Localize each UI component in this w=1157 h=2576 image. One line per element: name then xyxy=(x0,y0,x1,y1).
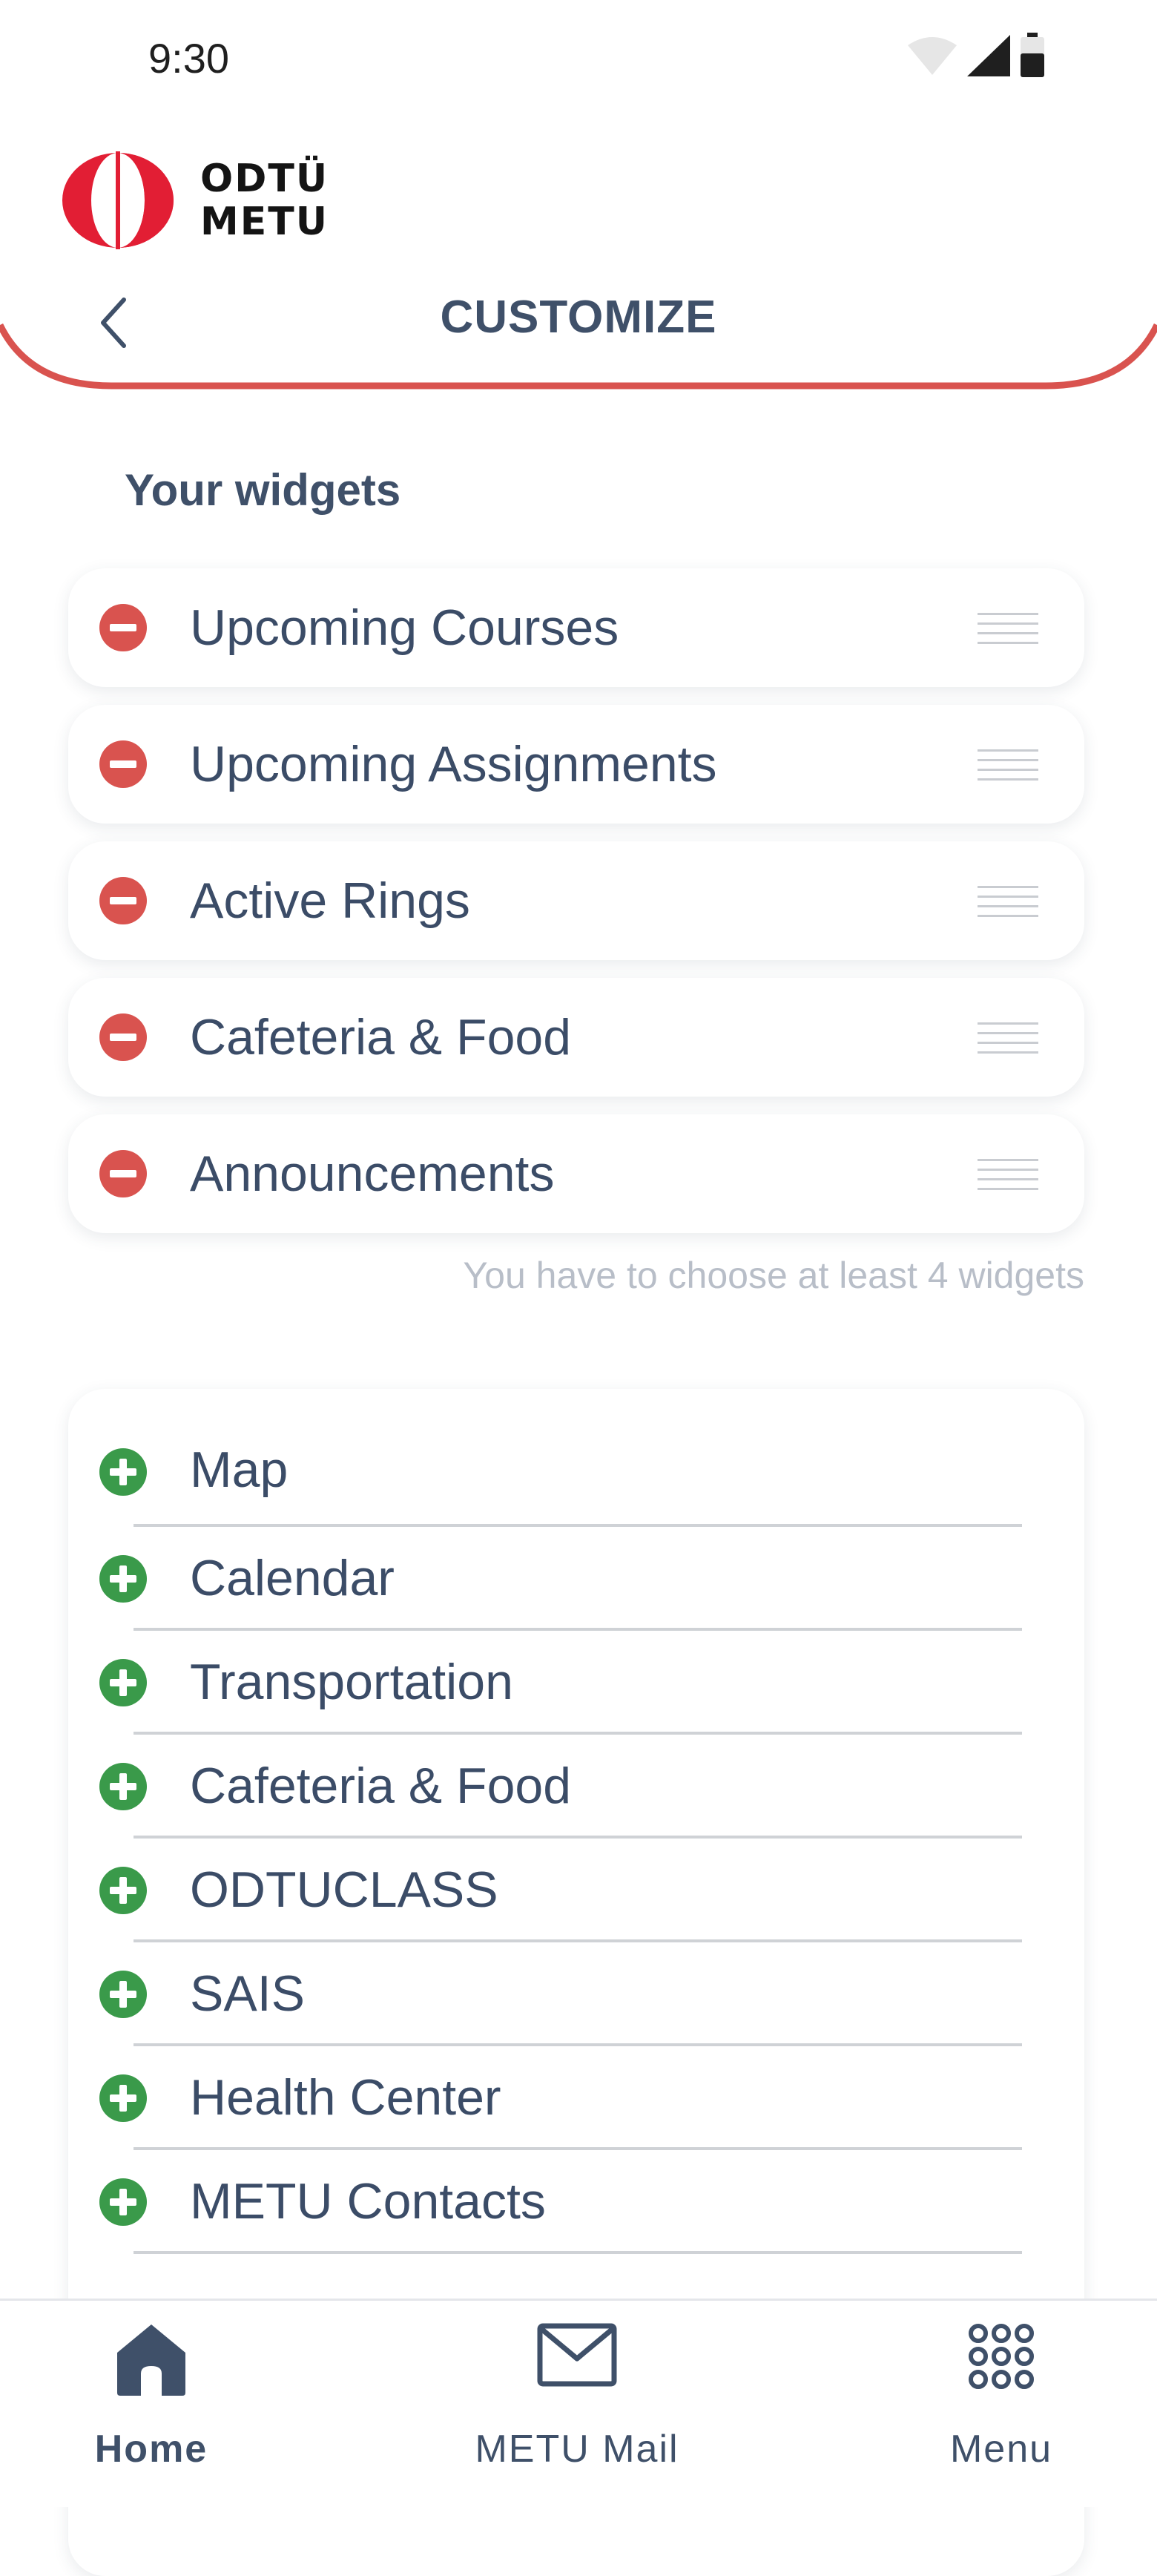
available-widget-label: Transportation xyxy=(190,1654,513,1710)
status-time: 9:30 xyxy=(148,35,229,82)
available-widget-label: ODTUCLASS xyxy=(190,1862,498,1918)
nav-home[interactable]: Home xyxy=(3,2301,300,2507)
drag-handle-icon[interactable] xyxy=(978,1022,1038,1054)
widget-label: Active Rings xyxy=(190,873,470,929)
widget-label: Cafeteria & Food xyxy=(190,1009,572,1065)
mail-icon xyxy=(537,2323,617,2387)
divider xyxy=(134,1939,1022,1942)
add-circle-icon[interactable] xyxy=(99,2074,147,2122)
status-icons xyxy=(906,33,1046,79)
remove-circle-icon[interactable] xyxy=(99,604,147,651)
divider xyxy=(134,1524,1022,1527)
available-widget-label: Health Center xyxy=(190,2069,501,2126)
nav-metu-mail-label: METU Mail xyxy=(475,2428,679,2471)
cellular-signal-icon xyxy=(967,35,1010,76)
remove-circle-icon[interactable] xyxy=(99,1013,147,1061)
grid-menu-icon xyxy=(969,2324,1034,2389)
metu-logo: ODTÜ METU xyxy=(61,151,329,249)
battery-icon xyxy=(1021,33,1044,77)
divider xyxy=(134,1836,1022,1839)
home-icon xyxy=(117,2324,185,2396)
drag-handle-icon[interactable] xyxy=(978,613,1038,644)
metu-logo-icon xyxy=(62,151,174,249)
widget-item[interactable]: Announcements xyxy=(68,1114,1084,1233)
widget-item[interactable]: Upcoming Assignments xyxy=(68,705,1084,824)
add-circle-icon[interactable] xyxy=(99,1555,147,1603)
widget-item[interactable]: Active Rings xyxy=(68,841,1084,960)
add-circle-icon[interactable] xyxy=(99,1659,147,1706)
widget-item[interactable]: Upcoming Courses xyxy=(68,568,1084,687)
divider xyxy=(134,2043,1022,2046)
nav-home-label: Home xyxy=(94,2428,208,2471)
widget-label: Upcoming Courses xyxy=(190,599,619,656)
add-circle-icon[interactable] xyxy=(99,1867,147,1914)
drag-handle-icon[interactable] xyxy=(978,886,1038,917)
divider xyxy=(134,1732,1022,1735)
logo-line-odtu: ODTÜ xyxy=(200,157,329,201)
remove-circle-icon[interactable] xyxy=(99,877,147,924)
your-widgets-title: Your widgets xyxy=(125,465,401,515)
divider xyxy=(134,2251,1022,2254)
bottom-navigation: Home METU Mail Menu xyxy=(0,2299,1157,2507)
remove-circle-icon[interactable] xyxy=(99,1150,147,1197)
available-widget-label: Calendar xyxy=(190,1550,395,1606)
remove-circle-icon[interactable] xyxy=(99,740,147,788)
logo-text: ODTÜ METU xyxy=(200,157,329,243)
add-circle-icon[interactable] xyxy=(99,1971,147,2018)
status-bar: 9:30 xyxy=(0,0,1157,111)
available-widget-label: METU Contacts xyxy=(190,2173,546,2230)
divider xyxy=(134,2147,1022,2150)
widget-label: Announcements xyxy=(190,1146,555,1202)
page-title: CUSTOMIZE xyxy=(440,292,717,343)
widget-item[interactable]: Cafeteria & Food xyxy=(68,978,1084,1097)
drag-handle-icon[interactable] xyxy=(978,1159,1038,1190)
logo-line-metu: METU xyxy=(200,200,329,244)
divider xyxy=(134,1628,1022,1631)
nav-menu[interactable]: Menu xyxy=(853,2301,1150,2507)
available-widget-item[interactable]: METU Contacts xyxy=(68,1389,1084,2230)
drag-handle-icon[interactable] xyxy=(978,749,1038,781)
add-circle-icon[interactable] xyxy=(99,1763,147,1810)
available-widget-label: SAIS xyxy=(190,1965,305,2022)
add-circle-icon[interactable] xyxy=(99,2178,147,2226)
widget-label: Upcoming Assignments xyxy=(190,736,717,792)
wifi-icon xyxy=(908,37,957,75)
nav-menu-label: Menu xyxy=(949,2428,1053,2471)
nav-metu-mail[interactable]: METU Mail xyxy=(429,2301,725,2507)
min-widgets-hint: You have to choose at least 4 widgets xyxy=(463,1255,1084,1296)
available-widget-label: Cafeteria & Food xyxy=(190,1758,572,1814)
